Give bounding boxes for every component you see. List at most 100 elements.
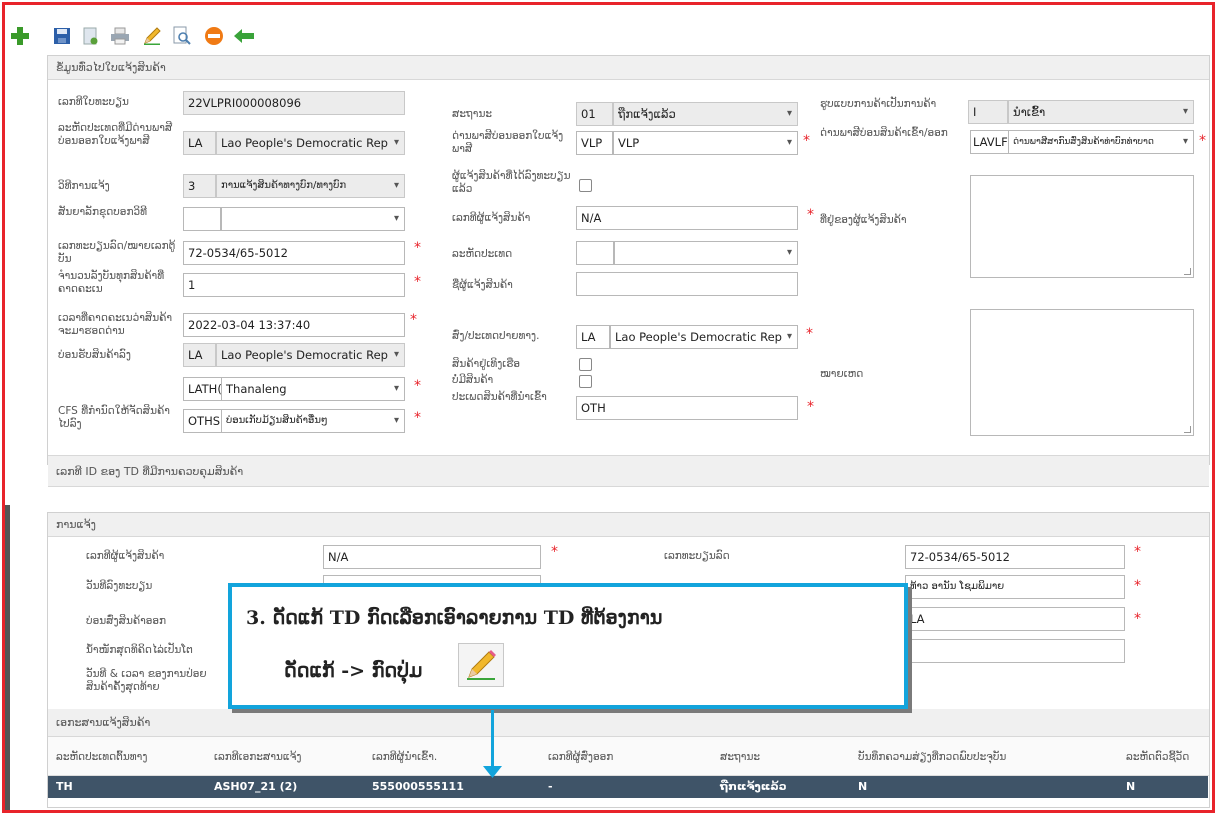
receive-country-select[interactable]: Lao People's Democratic Rep: [216, 343, 405, 367]
col-document-number: ເລກທີເອກະສານແຈ້ງ: [214, 751, 302, 763]
arrival-datetime-field[interactable]: 2022-03-04 13:37:40: [183, 313, 405, 337]
declarant-address-textarea[interactable]: [970, 175, 1194, 278]
callout-line-2: ດັດແກ້ -> ກົດປຸ່ມ: [284, 660, 423, 682]
goods-category-select[interactable]: ນຳເຂົ້າ: [1008, 100, 1194, 124]
cell-risk: N: [858, 780, 868, 793]
goods-on-vessel-label: ສິນຄ້າຢູ່ເທິງເຮືອ: [452, 358, 521, 370]
col-importer-number: ເລກທີຜູ້ນຳເຂົ້າ.: [372, 751, 438, 763]
packages-count-label: ຈຳນວນລັງບັນທຸກສິນຄ້າທີ່ຄາດຄະເນ: [58, 270, 165, 295]
receive-country-code[interactable]: LA: [183, 343, 216, 367]
cfs-code-field[interactable]: OTHS: [183, 409, 223, 433]
receive-office-select[interactable]: Thanaleng: [221, 377, 405, 401]
border-office-label: ດ່ານພາສີບ່ອນສິນຄ້າເຂົ້າ/ອອກ: [820, 127, 948, 139]
required-marker: *: [414, 378, 421, 394]
status-select[interactable]: ຖືກແຈ້ງແລ້ວ: [613, 102, 798, 126]
vehicle-plate-label: ເລກທະບຽນລົດ/ໝາຍເລກຕູ້ບັນ: [58, 240, 176, 265]
last-date-label: ວັນທີ & ເວລາ ຂອງການປ່ອຍສິນຄ້າຄັ້ງສຸດທ້າຍ: [86, 668, 207, 693]
pencil-icon: [458, 643, 504, 687]
packages-count-field[interactable]: 1: [183, 273, 405, 297]
declaration-header: ການແຈ້ງ: [48, 513, 1209, 537]
country-field[interactable]: LA: [905, 607, 1125, 631]
declarant-registered-checkbox[interactable]: [579, 179, 592, 192]
transport-detail-select[interactable]: [221, 207, 405, 231]
receive-place-label: ບ່ອນຮັບສິນຄ້າລົງ: [58, 349, 131, 361]
plate-number-field[interactable]: 72-0534/65-5012: [905, 545, 1125, 569]
print-icon[interactable]: [109, 25, 131, 47]
country-code2-select[interactable]: [614, 241, 798, 265]
receive-office-code[interactable]: LATH(: [183, 377, 223, 401]
left-edge: [5, 505, 10, 810]
status-label: ສະຖານະ: [452, 108, 493, 120]
col-risk-note: ບັນທຶກຄວາມສ່ຽງທີ່ກວດພົບປະຈຸບັນ: [858, 751, 1007, 763]
remarks-label: ໝາຍເຫດ: [820, 368, 864, 380]
goods-type-label: ປະເພດສິນຄ້າທີ່ນຳເຂົ້າ: [452, 391, 547, 403]
country-code2-field[interactable]: [576, 241, 614, 265]
status-code-field[interactable]: 01: [576, 102, 613, 126]
transport-detail-label: ສັນຍາລັກຂຸດບອກວິທີ: [58, 206, 148, 218]
col-status: ສະຖານະ: [720, 751, 761, 763]
required-marker: *: [1134, 611, 1141, 627]
required-marker: *: [1199, 133, 1206, 149]
extra-field[interactable]: [905, 639, 1125, 663]
goods-type-field[interactable]: OTH: [576, 396, 798, 420]
customs-office-code[interactable]: VLP: [576, 131, 613, 155]
customs-office-select[interactable]: VLP: [613, 131, 798, 155]
required-marker: *: [414, 240, 421, 256]
remarks-textarea[interactable]: [970, 309, 1194, 436]
no-goods-label: ບໍ່ມີສິນຄ້າ: [452, 374, 494, 386]
required-marker: *: [551, 544, 558, 560]
pencil-icon[interactable]: [141, 25, 163, 47]
country-code2-label: ລະຫັດປະເທດ: [452, 248, 513, 260]
required-marker: *: [806, 326, 813, 342]
cfs-place-label: CFS ທີ່ກຳນົດໃຫ້ຈັດສິນຄ້າໄປລົງ: [58, 405, 170, 430]
cfs-place-select[interactable]: ບ່ອນເກັບມ້ຽນສິນຄ້າອື່ນໆ: [221, 409, 405, 433]
declarant-number-field[interactable]: N/A: [576, 206, 798, 230]
declarant-name-label: ຊື່ຜູ້ແຈ້ງສິນຄ້າ: [452, 279, 513, 291]
new-doc-icon[interactable]: [79, 25, 101, 47]
arrow-head-icon: [483, 766, 502, 778]
goods-documents-header: ເອກະສານແຈ້ງສິນຄ້າ: [48, 709, 1209, 737]
transport-detail-code[interactable]: [183, 207, 221, 231]
required-marker: *: [1134, 578, 1141, 594]
required-marker: *: [803, 133, 810, 149]
registration-number-label: ເລກທີໃບທະບຽນ: [58, 96, 129, 108]
required-marker: *: [414, 274, 421, 290]
transport-method-select[interactable]: ການແຈ້ງສິນຄ້າທາງບົກ/ທາງບົກ: [216, 174, 405, 198]
delete-icon[interactable]: [203, 25, 225, 47]
declarant-address-label: ທີ່ຢູ່ຂອງຜູ້ແຈ້ງສິນຄ້າ: [820, 214, 907, 226]
required-marker: *: [807, 207, 814, 223]
required-marker: *: [807, 399, 814, 415]
declarant-number-field[interactable]: N/A: [323, 545, 541, 569]
general-info-header: ຂໍ້ມູນທົ່ວໄປໃບແຈ້ງສິນຄ້າ: [48, 56, 1209, 80]
plate-number-label: ເລກທະບຽນລົດ: [664, 550, 730, 562]
registration-number-field[interactable]: 22VLPRI000008096: [183, 91, 405, 115]
border-office-select[interactable]: ດ່ານພາສີສາກົນສົ່ງສິນຄ້າທ່າບົກທ່າບາດ: [1008, 130, 1194, 154]
customs-office-label: ດ່ານພາສີບ່ອນອອກໃບແຈ້ງພາສີ: [452, 130, 564, 155]
save-icon[interactable]: [51, 25, 73, 47]
destination-country-label: ສົ່ງ/ປະເທດປາຍທາງ.: [452, 330, 540, 342]
no-goods-checkbox[interactable]: [579, 375, 592, 388]
destination-country-select[interactable]: Lao People's Democratic Rep: [610, 325, 798, 349]
goods-on-vessel-checkbox[interactable]: [579, 358, 592, 371]
back-arrow-icon[interactable]: [233, 25, 255, 47]
country-code-label: ລະຫັດປະເທດທີ່ມີດ່ານພາສີບ່ອນອອກໃບແຈ້ງພາສີ: [58, 122, 173, 147]
preview-icon[interactable]: [171, 25, 193, 47]
goods-category-code[interactable]: I: [968, 100, 1008, 124]
connector-line: [491, 710, 494, 770]
country-code-field[interactable]: LA: [183, 131, 216, 155]
plus-icon[interactable]: [9, 25, 31, 47]
cell-indicator: N: [1126, 780, 1136, 793]
border-office-code[interactable]: LAVLF: [970, 130, 1010, 154]
destination-country-code[interactable]: LA: [576, 325, 610, 349]
driver-name-field[interactable]: ທ້າວ ອານັນ ໂຊມພິມາຍ: [905, 575, 1125, 599]
country-name-select[interactable]: Lao People's Democratic Rep: [216, 131, 405, 155]
required-marker: *: [410, 312, 417, 328]
vehicle-plate-field[interactable]: 72-0534/65-5012: [183, 241, 405, 265]
transport-method-label: ວິທີການແຈ້ງ: [58, 180, 110, 192]
transport-code-field[interactable]: 3: [183, 174, 216, 198]
td-control-header[interactable]: ເລກທີ ID ຂອງ TD ທີ່ມີການຄວບຄຸມສິນຄ້າ: [48, 455, 1209, 487]
col-exporter-number: ເລກທີຜູ້ສົ່ງອອກ: [548, 751, 614, 763]
instruction-callout: 3. ດັດແກ້ TD ກົດເລືອກເອົາລາຍການ TD ທີ່ຕ້…: [228, 583, 908, 709]
declarant-name-field[interactable]: [576, 272, 798, 296]
declarant-number-label: ເລກທີຜູ້ແຈ້ງສິນຄ້າ: [452, 212, 531, 224]
